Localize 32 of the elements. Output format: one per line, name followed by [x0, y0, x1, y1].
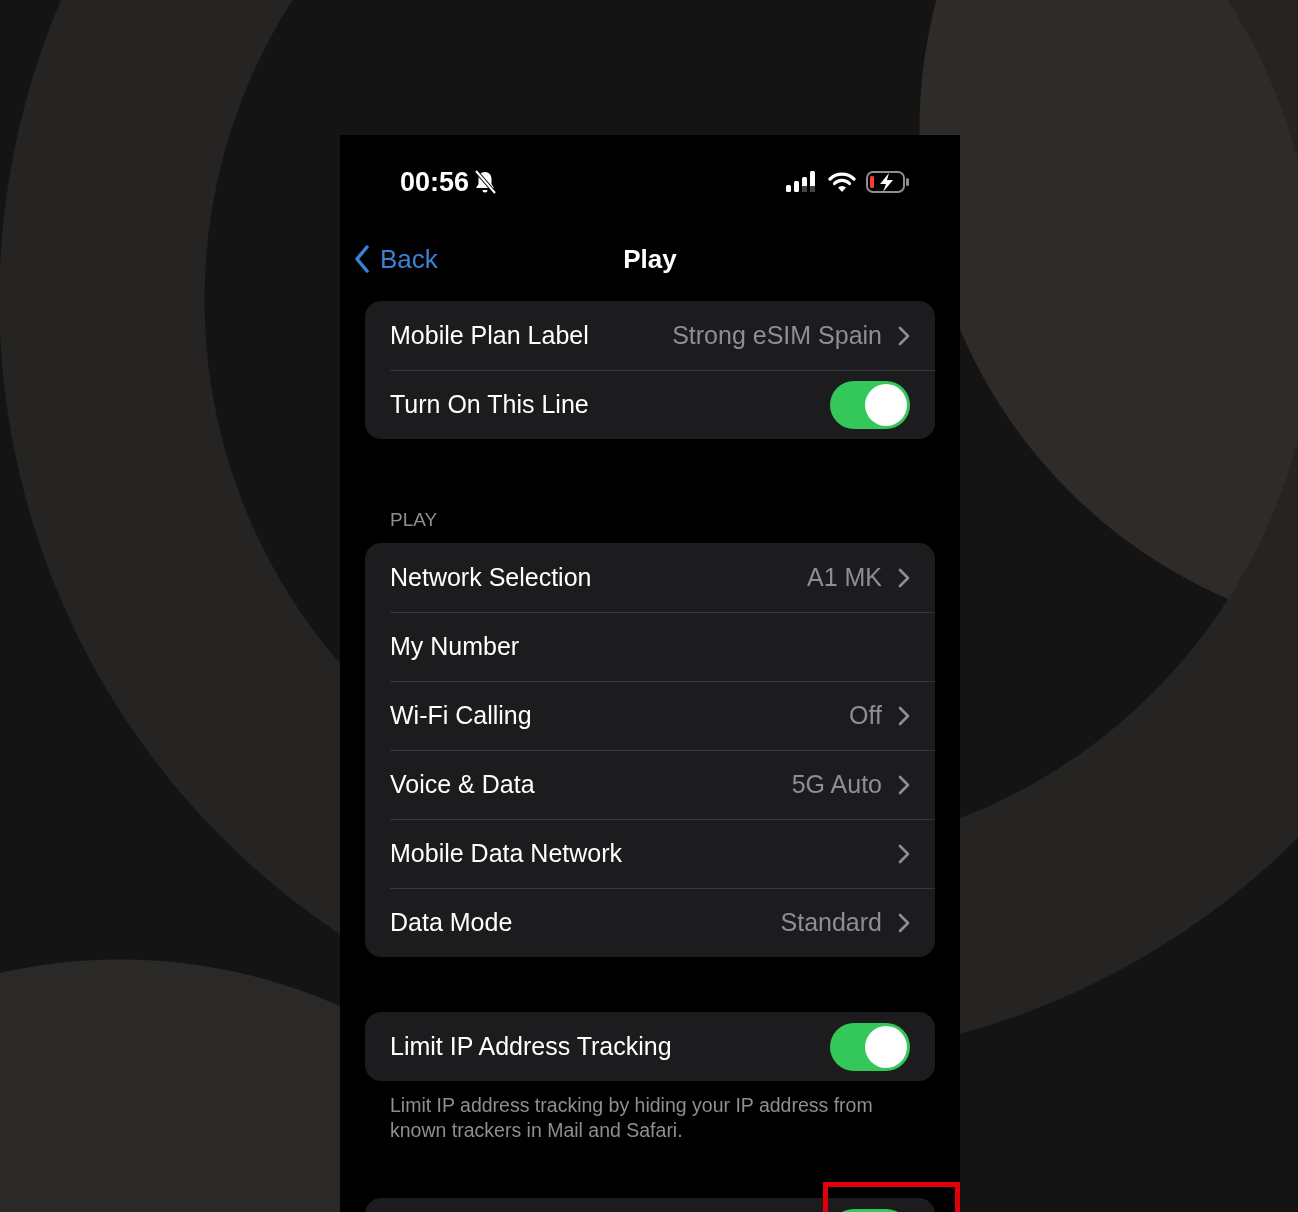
- row-label: Voice & Data: [390, 770, 536, 799]
- bell-slash-icon: [473, 169, 498, 195]
- chevron-left-icon: [354, 245, 370, 273]
- wifi-icon: [828, 171, 856, 193]
- toggle-switch[interactable]: [830, 1022, 910, 1071]
- row-value: Strong eSIM Spain: [672, 321, 882, 350]
- battery-charging-icon: [866, 171, 910, 193]
- row-label: Data Mode: [390, 908, 514, 937]
- row-value: Standard: [780, 908, 882, 937]
- row-value: A1 MK: [806, 563, 882, 592]
- chevron-right-icon: [898, 912, 910, 933]
- row-label: Wi-Fi Calling: [390, 701, 533, 730]
- toggle-switch[interactable]: [830, 380, 910, 429]
- row-label: Mobile Plan Label: [390, 321, 590, 350]
- section-header: PLAY: [389, 509, 439, 532]
- status-time: 00:56: [400, 166, 470, 198]
- row-label: Turn On This Line: [390, 390, 590, 419]
- row-value: Off: [849, 701, 882, 730]
- chevron-right-icon: [898, 325, 910, 346]
- chevron-right-icon: [898, 843, 910, 864]
- row-label: My Number: [390, 632, 521, 661]
- section-footer: Limit IP address tracking by hiding your IP address from known trackers in Mail and Safari.: [365, 1081, 935, 1143]
- chevron-right-icon: [898, 567, 910, 588]
- back-button[interactable]: Back: [354, 243, 438, 275]
- row-label: Limit IP Address Tracking: [390, 1032, 673, 1061]
- row-label: Mobile Data Network: [390, 839, 624, 868]
- chevron-right-icon: [898, 774, 910, 795]
- chevron-right-icon: [898, 705, 910, 726]
- nav-title: Play: [623, 243, 677, 274]
- signal-icon: [786, 171, 818, 193]
- row-label: Network Selection: [390, 563, 593, 592]
- row-value: 5G Auto: [791, 770, 882, 799]
